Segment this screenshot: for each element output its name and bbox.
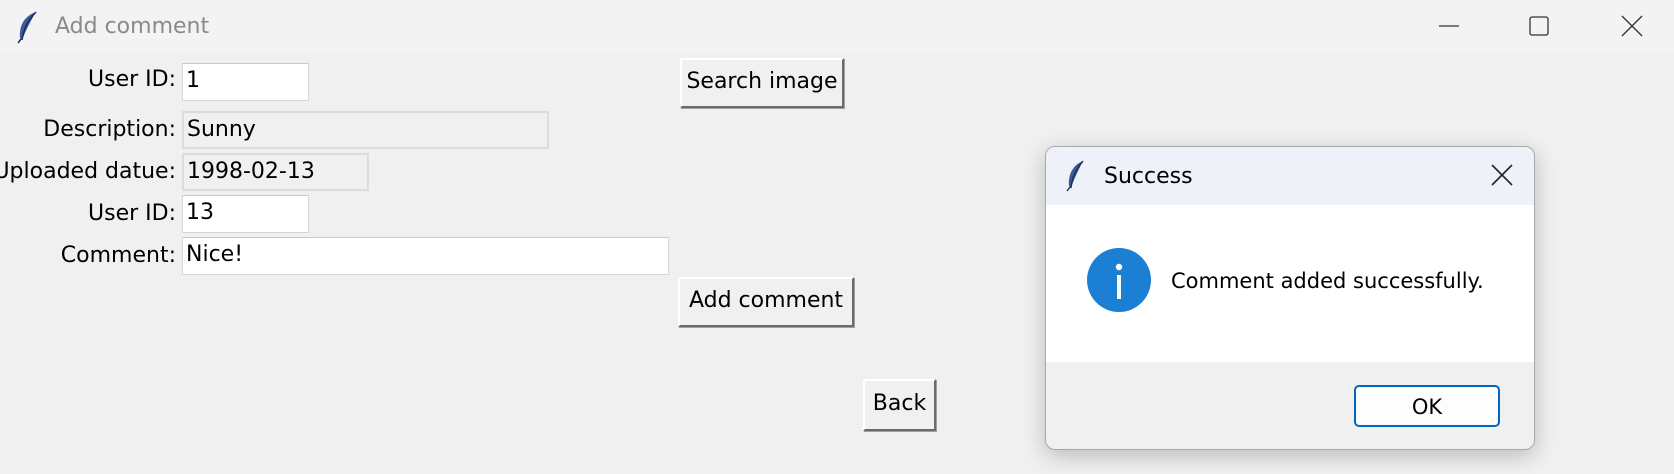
- close-icon: [1621, 15, 1643, 37]
- feather-icon: [14, 10, 40, 44]
- minimize-button[interactable]: [1425, 8, 1473, 44]
- user-id-field[interactable]: 1: [182, 63, 309, 101]
- minimize-icon: [1439, 25, 1459, 27]
- comment-user-id-field[interactable]: 13: [182, 195, 309, 233]
- comment-label: Comment:: [60, 243, 176, 268]
- maximize-icon: [1529, 16, 1549, 36]
- uploaded-date-field[interactable]: 1998-02-13: [182, 153, 369, 191]
- window-titlebar: Add comment: [0, 0, 1674, 54]
- info-icon: [1087, 248, 1151, 312]
- close-button[interactable]: [1608, 8, 1656, 44]
- close-icon: [1491, 164, 1513, 186]
- add-comment-button[interactable]: Add comment: [678, 277, 854, 327]
- maximize-button[interactable]: [1515, 8, 1563, 44]
- user-id-label: User ID:: [88, 67, 176, 92]
- dialog-message: Comment added successfully.: [1171, 269, 1484, 293]
- ok-button[interactable]: OK: [1354, 385, 1500, 427]
- description-field[interactable]: Sunny: [182, 111, 549, 149]
- comment-user-id-label: User ID:: [88, 201, 176, 226]
- feather-icon: [1064, 160, 1086, 192]
- comment-field[interactable]: Nice!: [182, 237, 669, 275]
- dialog-title: Success: [1104, 164, 1193, 189]
- dialog-close-button[interactable]: [1484, 159, 1520, 193]
- dialog-titlebar: Success: [1046, 147, 1534, 205]
- search-image-button[interactable]: Search image: [680, 58, 844, 108]
- dialog-body: Comment added successfully.: [1046, 205, 1534, 362]
- window-title: Add comment: [55, 14, 210, 39]
- description-label: Description:: [43, 117, 176, 142]
- back-button[interactable]: Back: [863, 379, 936, 431]
- success-dialog: Success Comment added successfully. OK: [1045, 146, 1535, 450]
- uploaded-date-label: Uploaded datue:: [0, 159, 176, 184]
